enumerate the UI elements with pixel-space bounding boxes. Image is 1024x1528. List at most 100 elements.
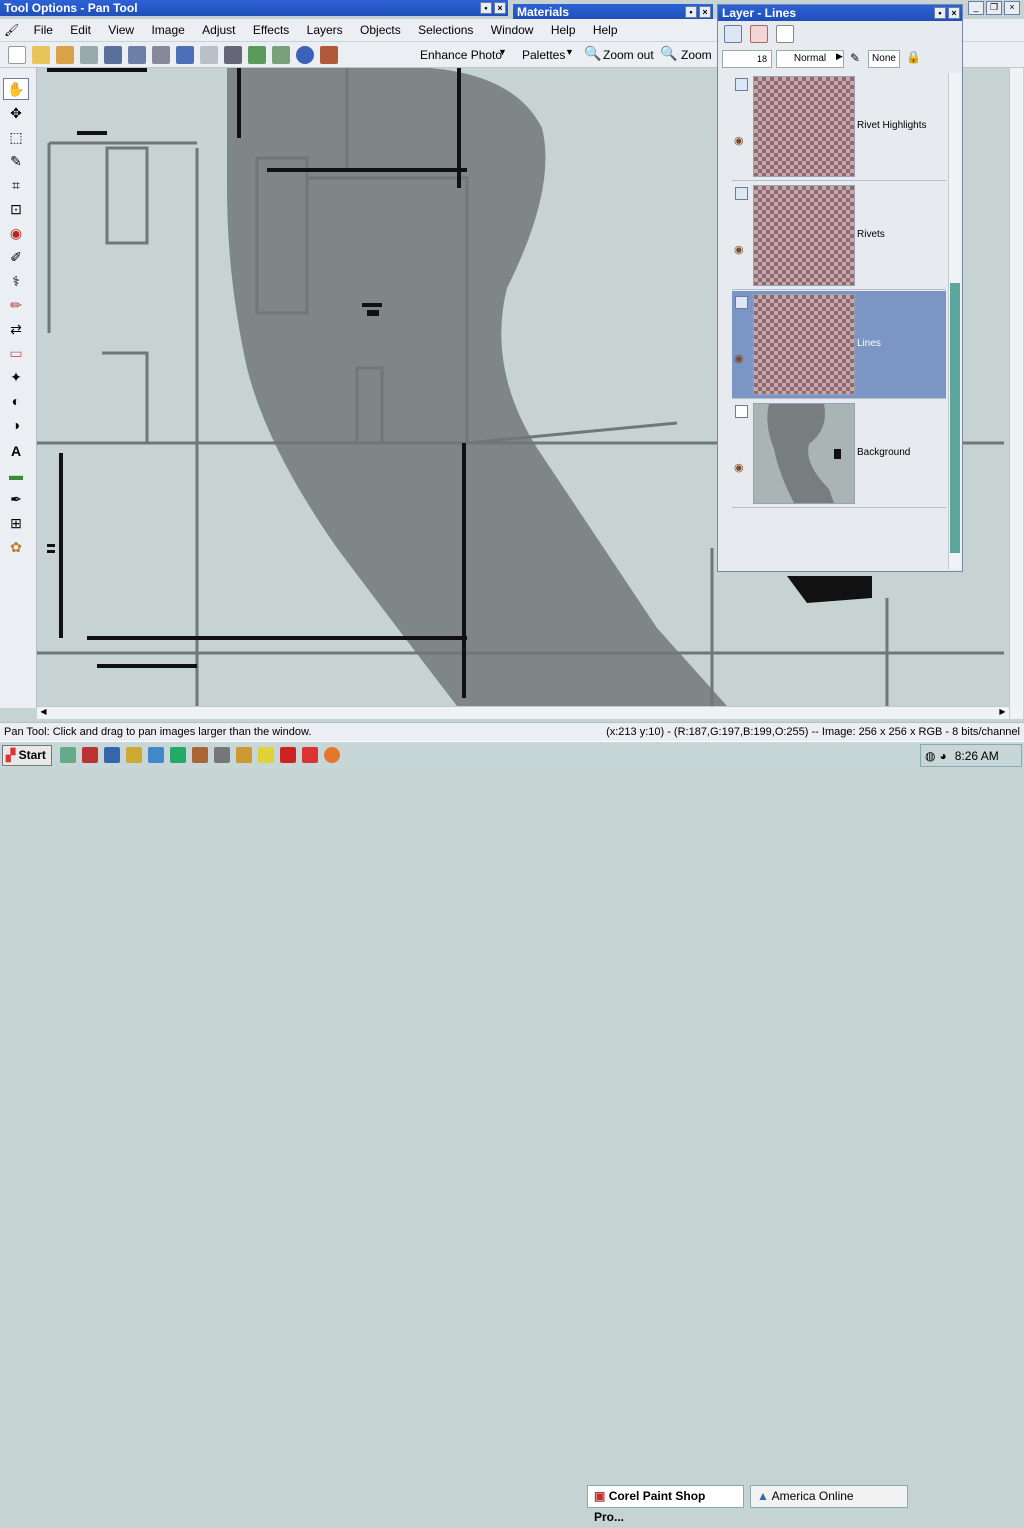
makeover-tool-icon[interactable]: ⚕ — [3, 270, 29, 292]
move-tool-icon[interactable]: ✥ — [3, 102, 29, 124]
crop-icon[interactable] — [224, 46, 242, 64]
menu-help-2[interactable]: Help — [586, 19, 625, 41]
refresh-icon[interactable] — [248, 46, 266, 64]
pen-tool-icon[interactable]: ✒ — [3, 488, 29, 510]
visibility-eye-icon[interactable]: ◉ — [734, 134, 744, 147]
eraser-tool-icon[interactable]: ▭ — [3, 342, 29, 364]
print-icon[interactable] — [152, 46, 170, 64]
scroll-left-icon[interactable]: ◀ — [37, 707, 50, 719]
undo-icon[interactable] — [176, 46, 194, 64]
mask-select[interactable]: None — [868, 50, 900, 68]
restore-icon[interactable]: ❐ — [986, 1, 1002, 15]
close-icon[interactable]: × — [494, 2, 506, 14]
new-layer-icon[interactable] — [724, 25, 742, 43]
layer-group-icon[interactable] — [735, 296, 748, 309]
opacity-field[interactable]: 18 — [722, 50, 772, 68]
quicklaunch-icon[interactable] — [148, 747, 164, 763]
scan-icon[interactable] — [80, 46, 98, 64]
menu-selections[interactable]: Selections — [411, 19, 480, 41]
pan-tool-icon[interactable]: ✋ — [3, 78, 29, 100]
layer-row-lines[interactable]: ◉ Lines — [732, 291, 946, 399]
save-icon[interactable] — [104, 46, 122, 64]
lock-icon[interactable]: 🔒 — [906, 50, 921, 64]
quicklaunch-icon[interactable] — [104, 747, 120, 763]
quicklaunch-icon[interactable] — [302, 747, 318, 763]
open-icon[interactable] — [32, 46, 50, 64]
close-icon[interactable]: × — [1004, 1, 1020, 15]
zoom-out-icon[interactable]: 🔍 — [584, 45, 601, 62]
layer-row-rivet-highlights[interactable]: ◉ Rivet Highlights — [732, 73, 946, 181]
enhance-photo-button[interactable]: Enhance Photo — [420, 48, 502, 62]
redo-icon[interactable] — [200, 46, 218, 64]
clone-tool-icon[interactable]: ✐ — [3, 246, 29, 268]
visibility-eye-icon[interactable]: ◉ — [734, 243, 744, 256]
quicklaunch-icon[interactable] — [170, 747, 186, 763]
layer-properties-icon[interactable] — [776, 25, 794, 43]
canvas-hscrollbar[interactable]: ◀ ▶ — [37, 706, 1009, 719]
panda-icon[interactable]: ◕ — [939, 749, 946, 763]
layers-titlebar[interactable]: Layer - Lines • × — [718, 5, 962, 21]
quicklaunch-icon[interactable] — [126, 747, 142, 763]
replacer-tool-icon[interactable]: ⇄ — [3, 318, 29, 340]
browse-icon[interactable] — [56, 46, 74, 64]
quicklaunch-icon[interactable] — [192, 747, 208, 763]
start-button[interactable]: ▞ Start — [2, 745, 52, 766]
layer-group-icon[interactable] — [735, 405, 748, 418]
warp-tool-icon[interactable]: ⊞ — [3, 512, 29, 534]
layers-scrollbar[interactable] — [948, 73, 961, 569]
dodge-tool-icon[interactable]: ◑ — [3, 414, 29, 436]
menu-adjust[interactable]: Adjust — [195, 19, 242, 41]
paint-brush-icon[interactable]: ✏ — [3, 294, 29, 316]
minimize-icon[interactable]: _ — [968, 1, 984, 15]
quicklaunch-icon[interactable] — [280, 747, 296, 763]
layer-group-icon[interactable] — [735, 78, 748, 91]
palettes-button[interactable]: Palettes — [522, 48, 565, 62]
menu-file[interactable]: File — [27, 19, 60, 41]
taskbar-app-aol[interactable]: ▲ America Online — [750, 1485, 908, 1508]
selection-tool-icon[interactable]: ⬚ — [3, 126, 29, 148]
layer-group-icon[interactable] — [735, 187, 748, 200]
menu-view[interactable]: View — [101, 19, 141, 41]
scroll-right-icon[interactable]: ▶ — [996, 707, 1009, 719]
close-icon[interactable]: × — [948, 7, 960, 19]
shape-tool-icon[interactable]: ▬ — [3, 464, 29, 486]
tool-options-titlebar[interactable]: Tool Options - Pan Tool • × — [0, 0, 508, 16]
visibility-eye-icon[interactable]: ◉ — [734, 461, 744, 474]
menu-edit[interactable]: Edit — [63, 19, 98, 41]
delete-layer-icon[interactable] — [750, 25, 768, 43]
quicklaunch-icon[interactable] — [236, 747, 252, 763]
menu-objects[interactable]: Objects — [353, 19, 408, 41]
red-eye-tool-icon[interactable]: ◉ — [3, 222, 29, 244]
learning-center-icon[interactable] — [320, 46, 338, 64]
quicklaunch-icon[interactable] — [60, 747, 76, 763]
layer-row-background[interactable]: ◉ Background — [732, 400, 946, 508]
info-icon[interactable] — [296, 46, 314, 64]
pin-icon[interactable]: • — [480, 2, 492, 14]
zoom-out-button[interactable]: Zoom out — [603, 48, 654, 62]
app-icon[interactable]: 🖌 — [0, 19, 23, 41]
dropper-tool-icon[interactable]: ✎ — [3, 150, 29, 172]
layer-row-rivets[interactable]: ◉ Rivets — [732, 182, 946, 290]
close-icon[interactable]: × — [699, 6, 711, 18]
menu-window[interactable]: Window — [484, 19, 541, 41]
mask-icon[interactable]: ✎ — [850, 51, 860, 65]
pin-icon[interactable]: • — [685, 6, 697, 18]
menu-image[interactable]: Image — [144, 19, 191, 41]
scroll-thumb[interactable] — [950, 283, 960, 553]
quicklaunch-icon[interactable] — [258, 747, 274, 763]
blend-mode-select[interactable]: Normal — [776, 50, 844, 68]
picture-tube-icon[interactable]: ✿ — [3, 536, 29, 558]
enhance-dropdown-icon[interactable]: ▼ — [498, 47, 507, 57]
blend-arrow-icon[interactable]: ▶ — [836, 51, 843, 62]
materials-titlebar[interactable]: Materials • × — [513, 4, 713, 20]
new-icon[interactable] — [8, 46, 26, 64]
canvas-vscrollbar[interactable] — [1009, 68, 1023, 719]
crop-tool-icon[interactable]: ⌗ — [3, 174, 29, 196]
resize-icon[interactable] — [272, 46, 290, 64]
taskbar-app-paintshop[interactable]: ▣ Corel Paint Shop Pro... — [587, 1485, 744, 1524]
palettes-dropdown-icon[interactable]: ▼ — [565, 47, 574, 57]
tray-icon[interactable]: ◍ — [925, 749, 935, 763]
magic-fill-icon[interactable]: ✦ — [3, 366, 29, 388]
straighten-tool-icon[interactable]: ⊡ — [3, 198, 29, 220]
quicklaunch-icon[interactable] — [214, 747, 230, 763]
